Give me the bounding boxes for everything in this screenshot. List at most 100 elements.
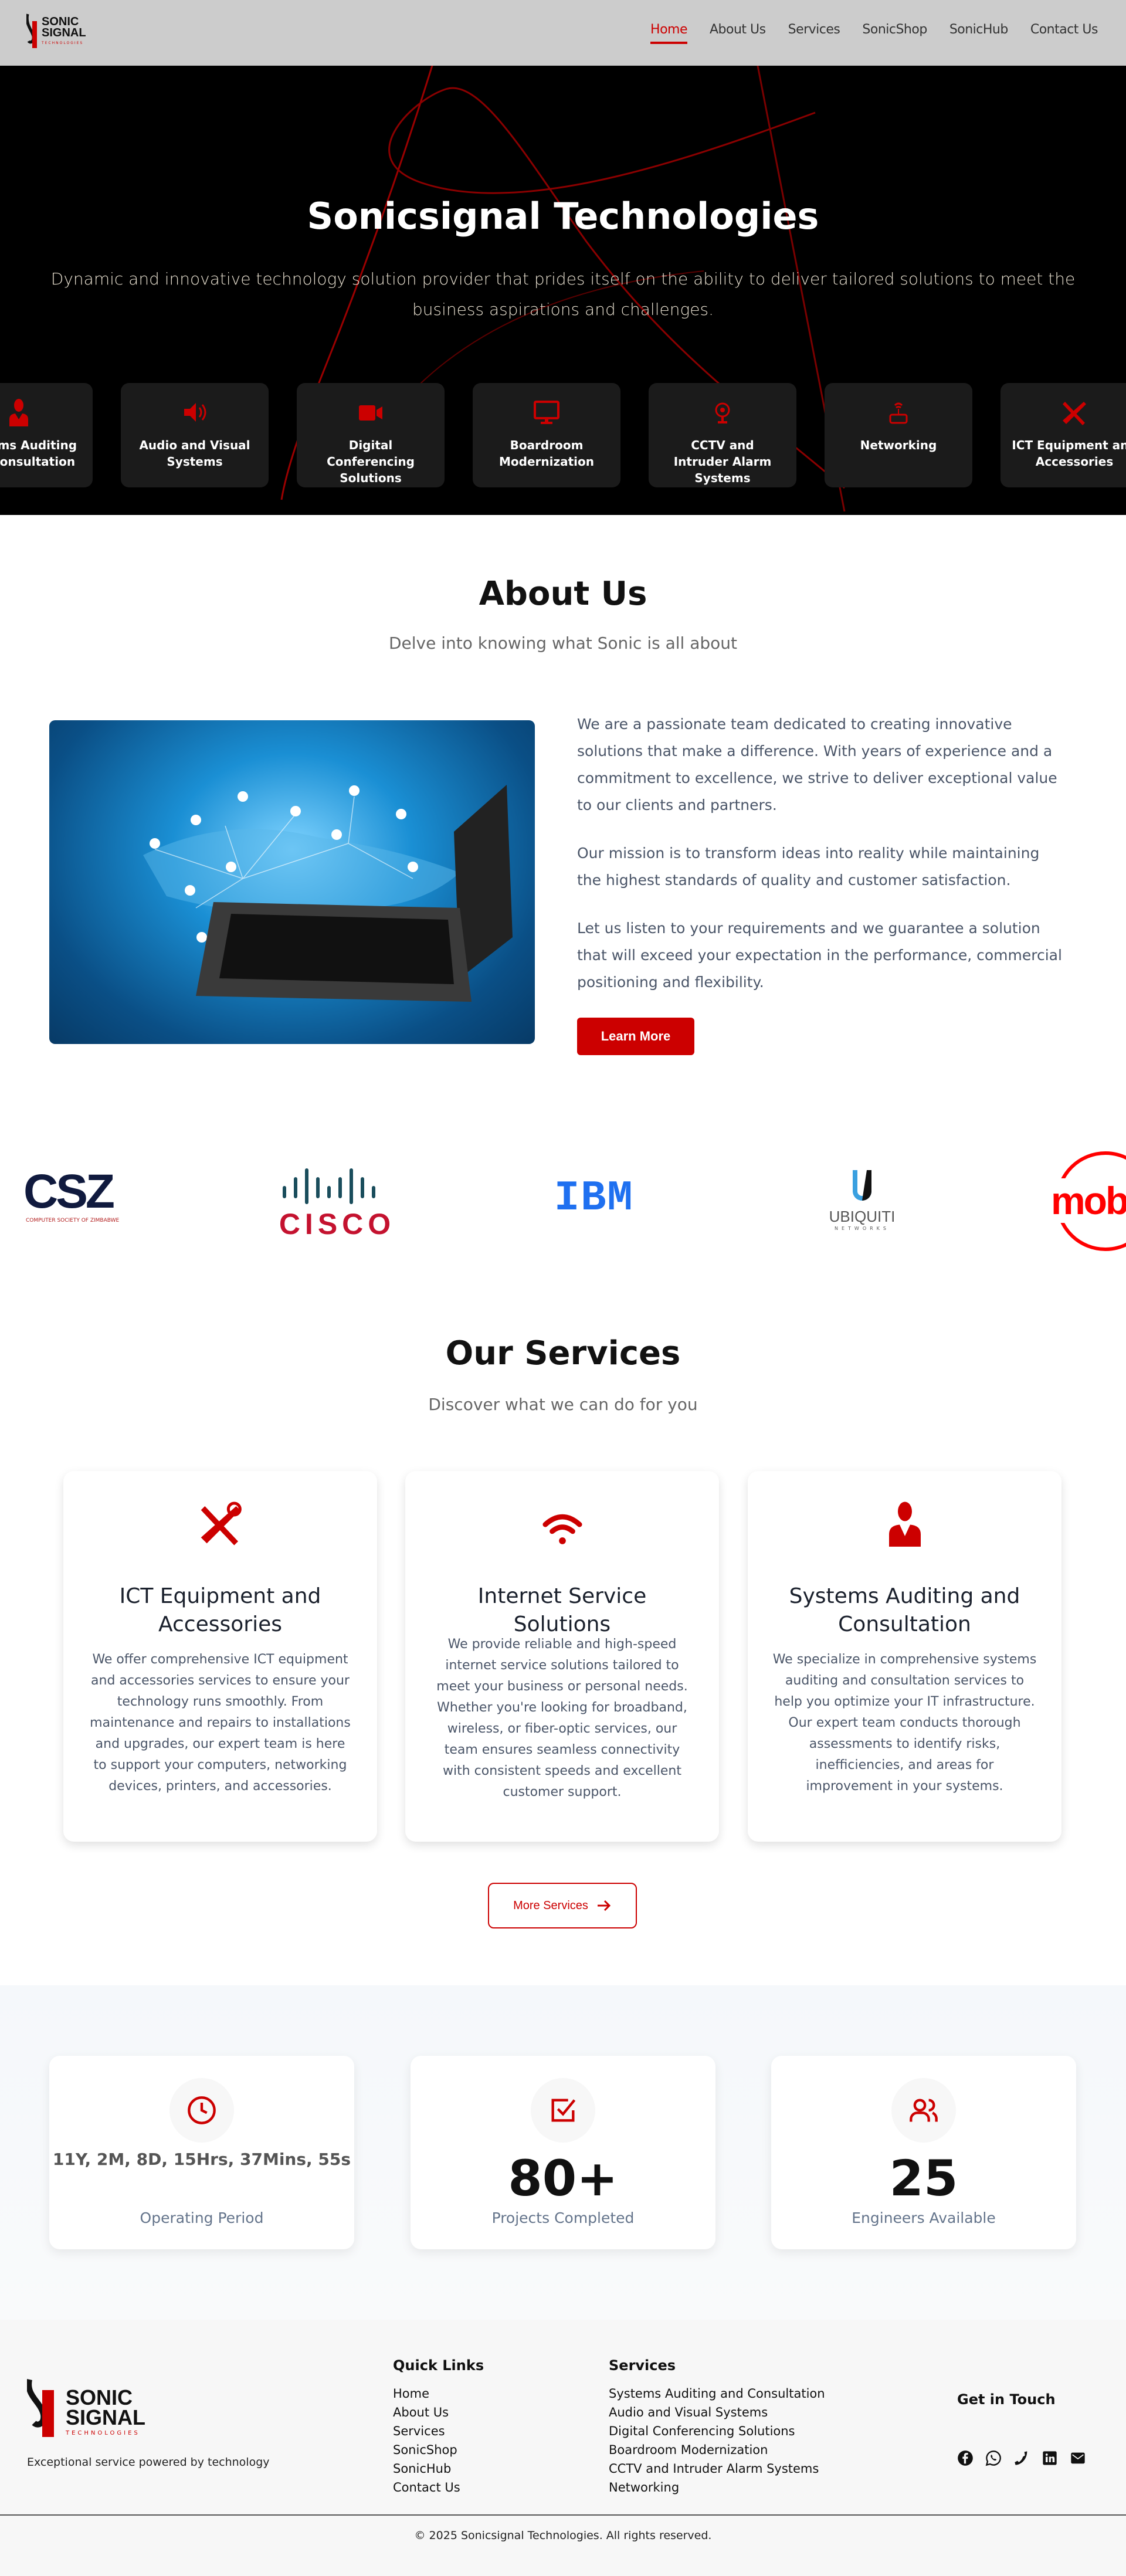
more-services-button[interactable]: More Services <box>488 1883 637 1928</box>
hero-card-audio[interactable]: Audio and Visual Systems <box>121 383 269 487</box>
nav-home[interactable]: Home <box>650 22 687 44</box>
ubiquiti-logo-text: UBIQUITI <box>829 1208 896 1225</box>
hero-card-networking[interactable]: Networking <box>825 383 972 487</box>
stat-value: 80+ <box>508 2150 618 2207</box>
learn-more-button[interactable]: Learn More <box>577 1018 694 1055</box>
hero-card-cctv[interactable]: CCTV and Intruder Alarm Systems <box>649 383 796 487</box>
ubiquiti-logo[interactable]: UBIQUITI NETWORKS <box>818 1170 906 1231</box>
ubiquiti-logo-subtext: NETWORKS <box>834 1226 890 1231</box>
nav-sonicshop[interactable]: SonicShop <box>862 22 927 37</box>
hero-card-label: CCTV and Intruder Alarm Systems <box>673 438 772 485</box>
wifi-icon <box>542 1514 582 1544</box>
service-card-title: Internet Service Solutions <box>477 1584 647 1636</box>
person-tie-icon <box>888 1501 921 1547</box>
footer-social-icons <box>957 2450 1086 2466</box>
footer-link-sonicshop[interactable]: SonicShop <box>393 2441 460 2459</box>
site-header: SONIC SIGNAL TECHNOLOGIES Home About Us … <box>0 0 1126 66</box>
footer-copyright: © 2025 Sonicsignal Technologies. All rig… <box>414 2529 712 2542</box>
footer-logo[interactable]: SONIC SIGNAL TECHNOLOGIES <box>27 2378 191 2437</box>
checkbox-icon <box>551 2099 576 2122</box>
hero-card-label: ICT Equipment and Accessories <box>1012 438 1126 469</box>
footer-quick-links-title: Quick Links <box>393 2357 484 2374</box>
mobile-partner-logo[interactable]: mob <box>1051 1151 1126 1251</box>
stat-label: Operating Period <box>140 2209 264 2226</box>
logo-text-2: SIGNAL <box>66 2405 146 2429</box>
ibm-logo[interactable]: IBM <box>554 1174 634 1222</box>
logo-text-3: TECHNOLOGIES <box>42 41 84 45</box>
about-title: About Us <box>479 575 647 613</box>
nav-services[interactable]: Services <box>788 22 840 37</box>
service-card-desc: We provide reliable and high-speed inter… <box>436 1637 688 1799</box>
service-card-internet[interactable]: Internet Service Solutions We provide re… <box>405 1471 719 1842</box>
site-footer: SONIC SIGNAL TECHNOLOGIES Exceptional se… <box>0 2320 1126 2576</box>
hero-card-auditing[interactable]: Systems Auditing and Consultation <box>0 383 93 487</box>
footer-service-link[interactable]: Systems Auditing and Consultation <box>609 2384 825 2403</box>
logo[interactable]: SONIC SIGNAL TECHNOLOGIES <box>26 13 97 49</box>
logo-text-3: TECHNOLOGIES <box>66 2430 140 2436</box>
footer-services-title: Services <box>609 2357 676 2374</box>
nav-contact[interactable]: Contact Us <box>1030 22 1098 37</box>
footer-link-home[interactable]: Home <box>393 2384 460 2403</box>
footer-tagline: Exceptional service powered by technolog… <box>27 2456 270 2469</box>
network-laptop-illustration <box>143 785 513 1002</box>
hero-card-label: Digital Conferencing Solutions <box>327 438 415 485</box>
more-services-label: More Services <box>513 1899 588 1912</box>
footer-service-link[interactable]: CCTV and Intruder Alarm Systems <box>609 2459 825 2478</box>
stat-card-operating-period: 11Y, 2M, 8D, 15Hrs, 37Mins, 55s Operatin… <box>49 2056 354 2249</box>
service-card-ict[interactable]: ICT Equipment and Accessories We offer c… <box>63 1471 377 1842</box>
stat-value: 25 <box>889 2150 958 2207</box>
tools-icon <box>201 1501 242 1545</box>
footer-service-link[interactable]: Digital Conferencing Solutions <box>609 2422 825 2441</box>
person-tie-icon <box>9 399 28 426</box>
facebook-icon[interactable] <box>957 2450 974 2466</box>
about-text: We are a passionate team dedicated to cr… <box>577 711 1064 1017</box>
footer-quick-links: Home About Us Services SonicShop SonicHu… <box>393 2384 460 2497</box>
services-subtitle: Discover what we can do for you <box>428 1395 698 1414</box>
footer-link-about[interactable]: About Us <box>393 2403 460 2422</box>
logo-mark-icon <box>26 13 37 48</box>
hero-subtitle: Dynamic and innovative technology soluti… <box>50 269 1076 319</box>
mobile-logo-text: mob <box>1051 1178 1126 1223</box>
logo-text-1: SONIC <box>66 2385 133 2409</box>
footer-service-link[interactable]: Boardroom Modernization <box>609 2441 825 2459</box>
phone-icon[interactable] <box>1013 2450 1030 2466</box>
service-card-title: ICT Equipment and Accessories <box>119 1584 321 1636</box>
ubiquiti-u-icon <box>853 1170 871 1201</box>
hero-card-label: Boardroom Modernization <box>498 438 594 469</box>
service-card-auditing[interactable]: Systems Auditing and Consultation We spe… <box>748 1471 1061 1842</box>
about-paragraph: Let us listen to your requirements and w… <box>577 920 1062 991</box>
linkedin-icon[interactable] <box>1042 2450 1058 2466</box>
csz-logo-text: CSZ <box>23 1165 115 1218</box>
users-icon <box>910 2099 938 2122</box>
whatsapp-icon[interactable] <box>985 2450 1002 2466</box>
footer-contact-title: Get in Touch <box>957 2391 1056 2408</box>
stats-section: 11Y, 2M, 8D, 15Hrs, 37Mins, 55s Operatin… <box>0 1985 1126 2320</box>
footer-service-link[interactable]: Networking <box>609 2478 825 2497</box>
footer-link-contact[interactable]: Contact Us <box>393 2478 460 2497</box>
stat-card-engineers: 25 Engineers Available <box>771 2056 1076 2249</box>
footer-divider <box>0 2514 1126 2516</box>
nav-sonichub[interactable]: SonicHub <box>949 22 1009 37</box>
footer-link-sonichub[interactable]: SonicHub <box>393 2459 460 2478</box>
router-icon <box>889 402 908 424</box>
video-camera-icon <box>359 405 382 421</box>
footer-service-link[interactable]: Audio and Visual Systems <box>609 2403 825 2422</box>
hero-card-boardroom[interactable]: Boardroom Modernization <box>473 383 620 487</box>
footer-link-services[interactable]: Services <box>393 2422 460 2441</box>
stat-card-projects: 80+ Projects Completed <box>411 2056 715 2249</box>
about-subtitle: Delve into knowing what Sonic is all abo… <box>388 633 738 653</box>
cisco-logo-text: CISCO <box>279 1208 396 1240</box>
csz-logo-subtext: COMPUTER SOCIETY OF ZIMBABWE <box>26 1218 120 1223</box>
speaker-icon <box>184 403 206 422</box>
nav-about[interactable]: About Us <box>710 22 766 37</box>
tools-icon <box>1063 402 1086 425</box>
logo-text-2: SIGNAL <box>42 26 86 39</box>
cisco-logo[interactable]: CISCO <box>270 1167 405 1241</box>
stat-value: 11Y, 2M, 8D, 15Hrs, 37Mins, 55s <box>52 2150 351 2169</box>
about-image <box>49 720 535 1044</box>
hero-card-conferencing[interactable]: Digital Conferencing Solutions <box>297 383 445 487</box>
email-icon[interactable] <box>1070 2450 1086 2466</box>
csz-logo[interactable]: CSZ COMPUTER SOCIETY OF ZIMBABWE <box>18 1165 135 1224</box>
hero-card-ict[interactable]: ICT Equipment and Accessories <box>1000 383 1126 487</box>
partner-logos: CSZ COMPUTER SOCIETY OF ZIMBABWE CISCO I… <box>0 1150 1126 1267</box>
